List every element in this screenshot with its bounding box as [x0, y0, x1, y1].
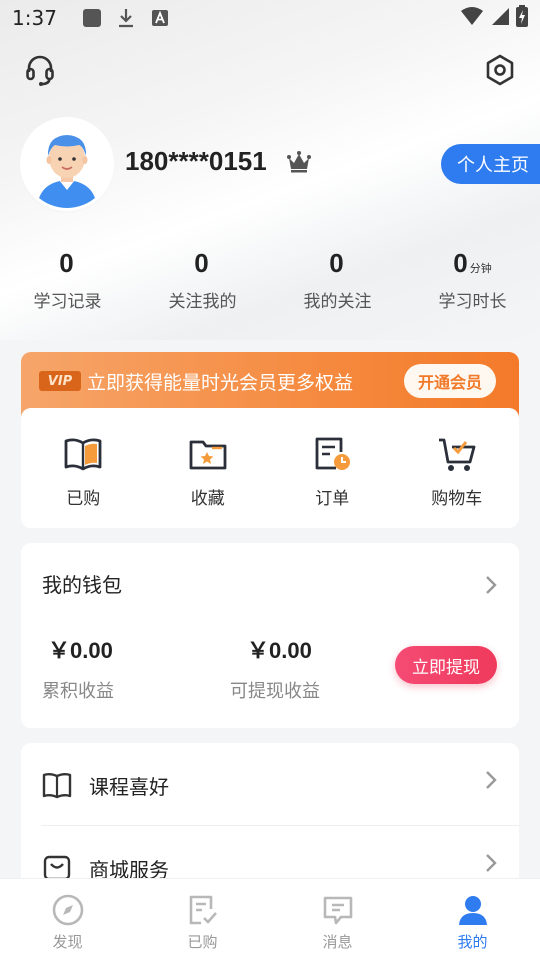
wifi-icon	[460, 6, 484, 30]
status-time: 1:37	[12, 6, 57, 30]
stat-followers[interactable]: 0 关注我的	[135, 248, 270, 328]
stats-row: 0 学习记录 0 关注我的 0 我的关注 0 分钟 学习时长	[0, 248, 540, 328]
status-bar: 1:37	[0, 0, 540, 36]
message-icon	[320, 893, 356, 927]
action-label: 购物车	[431, 489, 483, 509]
signal-icon	[490, 6, 510, 30]
nav-label: 已购	[187, 933, 218, 951]
stat-following[interactable]: 0 我的关注	[270, 248, 405, 328]
nav-me[interactable]: 我的	[405, 879, 540, 960]
menu-item-course-preference[interactable]: 课程喜好	[21, 743, 519, 826]
total-earnings-label: 累积收益	[42, 681, 114, 702]
username: 180****0151	[125, 146, 267, 176]
stat-label: 关注我的	[168, 292, 237, 312]
profile-home-button[interactable]: 个人主页	[441, 144, 540, 184]
crown-icon	[286, 150, 312, 174]
nav-label: 我的	[457, 933, 488, 951]
chevron-right-icon	[483, 768, 499, 792]
battery-icon	[516, 5, 528, 31]
stat-learning-record[interactable]: 0 学习记录	[0, 248, 135, 328]
withdraw-button[interactable]: 立即提现	[395, 646, 497, 684]
action-label: 订单	[315, 489, 350, 509]
withdrawable-label: 可提现收益	[230, 681, 320, 702]
user-icon	[455, 893, 491, 927]
book-outline-icon	[42, 770, 72, 800]
stat-label: 我的关注	[303, 292, 372, 312]
avatar[interactable]	[23, 120, 111, 208]
action-cart[interactable]: 购物车	[395, 408, 520, 528]
stat-value: 0	[194, 248, 209, 278]
book-icon	[63, 434, 103, 474]
stat-study-duration[interactable]: 0 分钟 学习时长	[405, 248, 540, 328]
bottom-nav: 发现 已购 消息 我的	[0, 878, 540, 960]
chevron-right-icon[interactable]	[483, 573, 499, 597]
stat-label: 学习时长	[438, 292, 507, 312]
folder-star-icon	[188, 434, 228, 474]
vip-tag: VIP	[39, 371, 81, 391]
withdrawable-amount: ￥0.00	[247, 638, 312, 663]
nav-purchased[interactable]: 已购	[135, 879, 270, 960]
nav-messages[interactable]: 消息	[270, 879, 405, 960]
wallet-title[interactable]: 我的钱包	[42, 569, 122, 598]
stat-value: 0	[59, 248, 74, 278]
open-vip-button[interactable]: 开通会员	[404, 364, 496, 398]
menu-label: 课程喜好	[89, 775, 169, 799]
headset-icon[interactable]	[20, 50, 60, 90]
action-label: 收藏	[190, 489, 225, 509]
top-toolbar	[0, 50, 540, 90]
settings-icon[interactable]	[480, 50, 520, 90]
stat-value: 0	[453, 248, 468, 278]
nav-label: 消息	[322, 933, 353, 951]
action-favorites[interactable]: 收藏	[146, 408, 271, 528]
purchased-icon	[185, 893, 221, 927]
wallet-card: 我的钱包 ￥0.00 累积收益 ￥0.00 可提现收益 立即提现	[21, 543, 519, 728]
nav-label: 发现	[52, 933, 83, 951]
quick-actions: 已购 收藏 订单 购物车	[21, 408, 519, 528]
chevron-right-icon	[483, 851, 499, 875]
stat-unit: 分钟	[469, 263, 492, 275]
nav-discover[interactable]: 发现	[0, 879, 135, 960]
font-a-icon	[149, 7, 171, 29]
action-orders[interactable]: 订单	[270, 408, 395, 528]
stat-value: 0	[329, 248, 344, 278]
cart-icon	[437, 434, 477, 474]
vip-text: 立即获得能量时光会员更多权益	[87, 372, 354, 394]
order-icon	[312, 434, 352, 474]
compass-icon	[50, 893, 86, 927]
download-icon	[115, 7, 137, 29]
total-earnings-amount: ￥0.00	[48, 638, 113, 663]
action-label: 已购	[66, 489, 101, 509]
notification-square-icon	[81, 7, 103, 29]
action-purchased[interactable]: 已购	[21, 408, 146, 528]
stat-label: 学习记录	[33, 292, 102, 312]
